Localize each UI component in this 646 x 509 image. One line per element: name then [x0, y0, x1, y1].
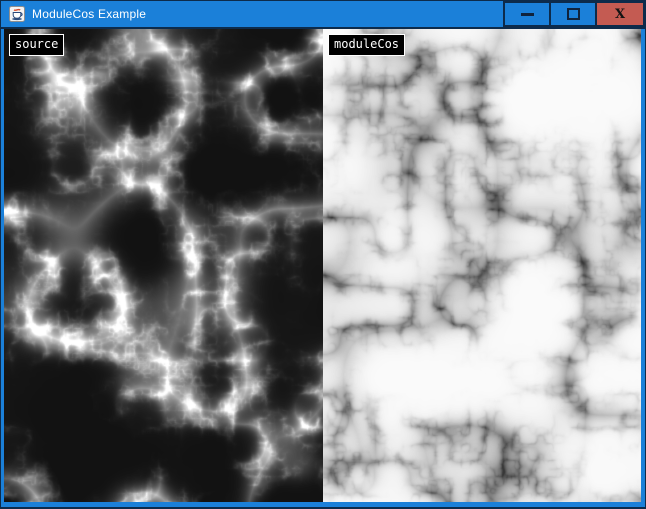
minimize-button[interactable]	[505, 3, 549, 25]
content-area: source moduleCos	[4, 29, 641, 502]
maximize-icon	[567, 8, 580, 20]
app-window: ModuleCos Example X source moduleCos	[0, 0, 646, 509]
window-controls: X	[503, 1, 645, 27]
source-panel: source	[4, 29, 323, 502]
modulecos-panel: moduleCos	[323, 29, 641, 502]
modulecos-label: moduleCos	[328, 34, 405, 56]
java-app-icon	[9, 6, 25, 22]
window-title: ModuleCos Example	[32, 7, 146, 21]
maximize-button[interactable]	[551, 3, 595, 25]
close-button[interactable]: X	[597, 3, 643, 25]
source-label: source	[9, 34, 64, 56]
minimize-icon	[521, 13, 534, 16]
titlebar[interactable]: ModuleCos Example X	[1, 1, 645, 27]
modulecos-noise-image	[323, 29, 641, 502]
source-noise-image	[4, 29, 323, 502]
close-icon: X	[615, 8, 625, 21]
